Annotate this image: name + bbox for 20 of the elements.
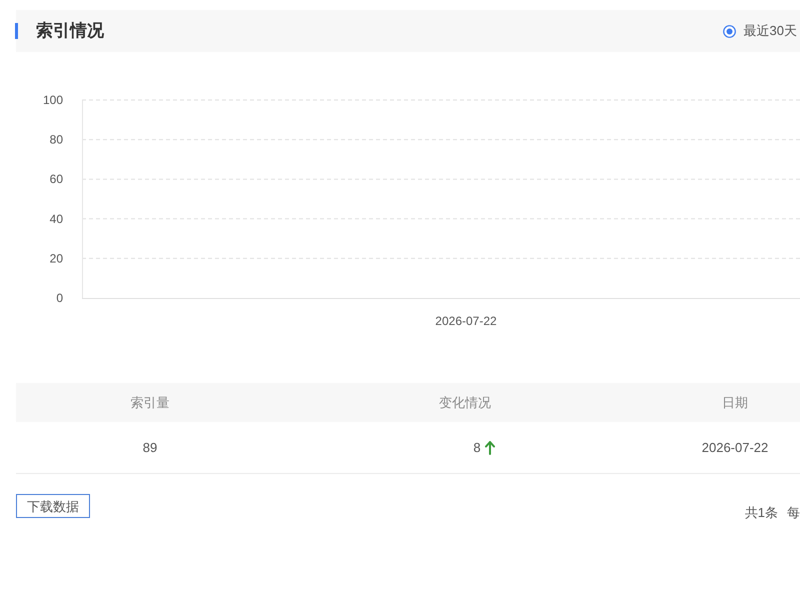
radio-icon[interactable] xyxy=(722,24,736,38)
y-axis-label: 60 xyxy=(50,172,63,186)
page-size-label: 每 xyxy=(787,504,800,522)
y-axis-label: 40 xyxy=(50,212,63,226)
column-header: 索引量 xyxy=(130,394,170,412)
table-cell-text: 89 xyxy=(142,438,158,457)
column-header: 日期 xyxy=(721,394,749,412)
y-axis-label: 100 xyxy=(42,93,63,107)
range-option[interactable]: 最近30天 xyxy=(722,21,797,41)
table-cell-text: 2026-07-22 xyxy=(702,438,768,457)
x-axis-label: 2026-07-22 xyxy=(435,314,497,328)
accent-bar xyxy=(15,23,18,39)
y-axis-label: 20 xyxy=(50,251,63,266)
section-title: 索引情况 xyxy=(36,20,104,42)
y-axis-label: 80 xyxy=(50,132,63,147)
column-header: 变化情况 xyxy=(438,394,492,412)
table-cell-text: 8 xyxy=(473,438,481,457)
y-axis-label: 0 xyxy=(56,291,63,305)
total-count: 共1条 xyxy=(744,504,778,522)
download-button[interactable]: 下载数据 xyxy=(16,494,90,518)
